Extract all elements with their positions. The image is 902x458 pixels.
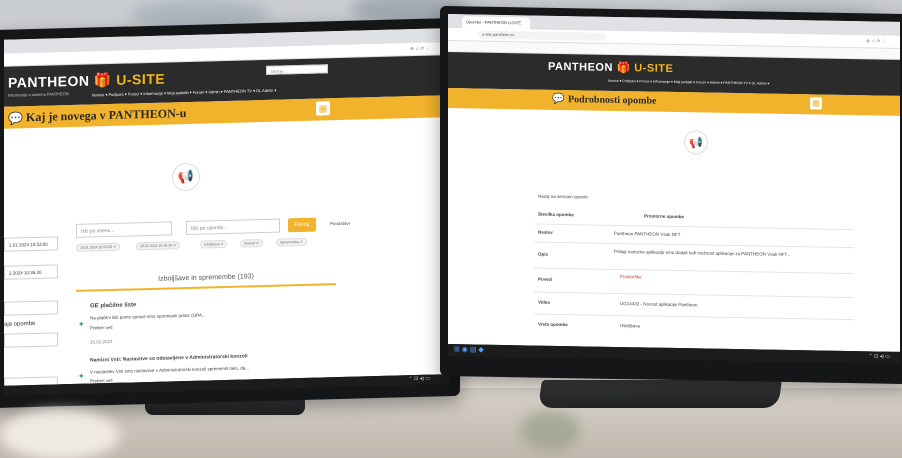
- row-value: Prostorne opombe: [644, 213, 685, 220]
- row-label: Opis: [538, 251, 549, 257]
- foreground-blur: [0, 410, 120, 458]
- item-title[interactable]: Namizni Vsti: Nastavitve so odstavljene …: [90, 353, 248, 363]
- note-type-select[interactable]: [4, 332, 58, 348]
- item-text: Na plačilni listi pomo sprave smo spreme…: [90, 312, 206, 321]
- row-value[interactable]: Izboljšava: [620, 323, 640, 328]
- date-from-input[interactable]: 1.01.2024 10:53:00: [4, 236, 58, 252]
- row-label: Številka opombe: [538, 211, 574, 218]
- filter-chip[interactable]: Sprememba ✕: [276, 237, 307, 247]
- megaphone-icon: 📢: [172, 162, 200, 192]
- main-menu[interactable]: Novice ▾ Podpora ▾ Poroci ▾ Informacije …: [92, 88, 277, 98]
- tagline: Informacije o sistemu PANTHEON: [8, 91, 69, 98]
- row-label: Video: [538, 299, 551, 305]
- section-divider: [76, 283, 336, 292]
- brand-text: PANTHEON: [8, 72, 90, 91]
- row-label: Povezi: [538, 276, 553, 282]
- pin-icon: ✦: [78, 371, 85, 381]
- start-icon[interactable]: ⊞ ◉ ▤ ◆: [454, 345, 484, 354]
- row-value: Prilagi namizne aplikacije smo dodali tu…: [614, 248, 791, 258]
- left-screen: ⊕ ☆ ⟳ ⋮ PANTHEON 🎁 U-SITE Informacije o …: [4, 28, 450, 386]
- filter-chip[interactable]: Izboljšava ✕: [200, 239, 228, 249]
- back-link[interactable]: Nazaj na seznam opomb: [538, 194, 588, 200]
- filter-button[interactable]: Filtriraj: [288, 217, 316, 233]
- system-tray: ⌃ ⊡ ◂) ▭: [868, 353, 890, 360]
- monitor-stand: [538, 380, 782, 408]
- item-date: 16.02.2024: [90, 338, 113, 345]
- circuit-board-blur: [520, 410, 580, 450]
- site-logo[interactable]: PANTHEON 🎁 U-SITE: [8, 71, 165, 92]
- read-more-link[interactable]: Preberi več: [90, 325, 113, 331]
- brand-text: PANTHEON: [548, 60, 613, 74]
- grid-icon[interactable]: ▦: [810, 97, 822, 110]
- chat-bubble-icon: 💬: [8, 111, 23, 126]
- page-title: Kaj je novega v PANTHEON-u: [26, 106, 187, 125]
- filter-user-input[interactable]: Išči po imenu...: [76, 221, 172, 238]
- filter-type-select[interactable]: Išči po opombi...: [186, 218, 280, 236]
- filter-chip[interactable]: Novost ✕: [240, 239, 263, 248]
- system-tray: ⌃ ⊡ ◂) ▭: [408, 375, 430, 383]
- grid-icon[interactable]: ▦: [316, 101, 330, 116]
- address-bar[interactable]: u-site.pantheon.si: [478, 30, 606, 41]
- left-monitor: ⊕ ☆ ⟳ ⋮ PANTHEON 🎁 U-SITE Informacije o …: [0, 17, 460, 409]
- sidebar-label: aja opombe: [4, 320, 36, 328]
- brand-suffix: U-SITE: [116, 70, 166, 88]
- detail-table: Številka opombe Prostorne opombe Naslov …: [534, 205, 854, 352]
- section-title: Izboljšave in spremembe (193): [158, 273, 254, 283]
- item-text: V nastavitev Vsti smo nastavitve v Admin…: [90, 365, 250, 375]
- row-label: Vrsta opombe: [538, 321, 568, 328]
- right-screen: Opombe - PANTHEON U-SITE u-site.pantheon…: [448, 14, 900, 352]
- category-select[interactable]: [4, 300, 58, 316]
- gift-icon: 🎁: [616, 61, 631, 75]
- item-title[interactable]: GE plačilne liste: [90, 302, 136, 309]
- page-title: Podrobnosti opombe: [568, 94, 657, 107]
- row-value: Pantheon PANTHEON Vsak NFT: [614, 230, 681, 238]
- filter-chip[interactable]: 20.02.2024 10:36:20 ✕: [136, 241, 181, 251]
- reset-link[interactable]: Ponastavi: [330, 221, 350, 227]
- filter-chip[interactable]: 15.01.2024 10:53:00 ✕: [76, 242, 121, 252]
- megaphone-icon: 📢: [684, 130, 708, 155]
- brand-suffix: U-SITE: [634, 62, 674, 75]
- row-value[interactable]: UG14433 - Novost aplikacije Pantheon: [620, 301, 698, 307]
- date-to-input[interactable]: 2.2024 10:36:20: [4, 264, 58, 280]
- gift-icon: 🎁: [93, 71, 112, 89]
- row-label: Naslov: [538, 229, 553, 235]
- table-row: Vrsta opombe Izboljšava: [534, 314, 854, 342]
- chat-bubble-icon: 💬: [552, 93, 565, 106]
- site-logo[interactable]: PANTHEON 🎁 U-SITE: [548, 60, 673, 75]
- office-scene: ⊕ ☆ ⟳ ⋮ PANTHEON 🎁 U-SITE Informacije o …: [0, 0, 902, 458]
- pin-icon: ✦: [78, 319, 85, 329]
- search-input[interactable]: Iskanje...: [266, 64, 328, 75]
- row-value[interactable]: Prostorfike: [620, 274, 642, 279]
- main-menu[interactable]: Novice ▾ Podpora ▾ Poroci ▾ Informacije …: [608, 79, 769, 86]
- right-monitor: Opombe - PANTHEON U-SITE u-site.pantheon…: [440, 5, 902, 385]
